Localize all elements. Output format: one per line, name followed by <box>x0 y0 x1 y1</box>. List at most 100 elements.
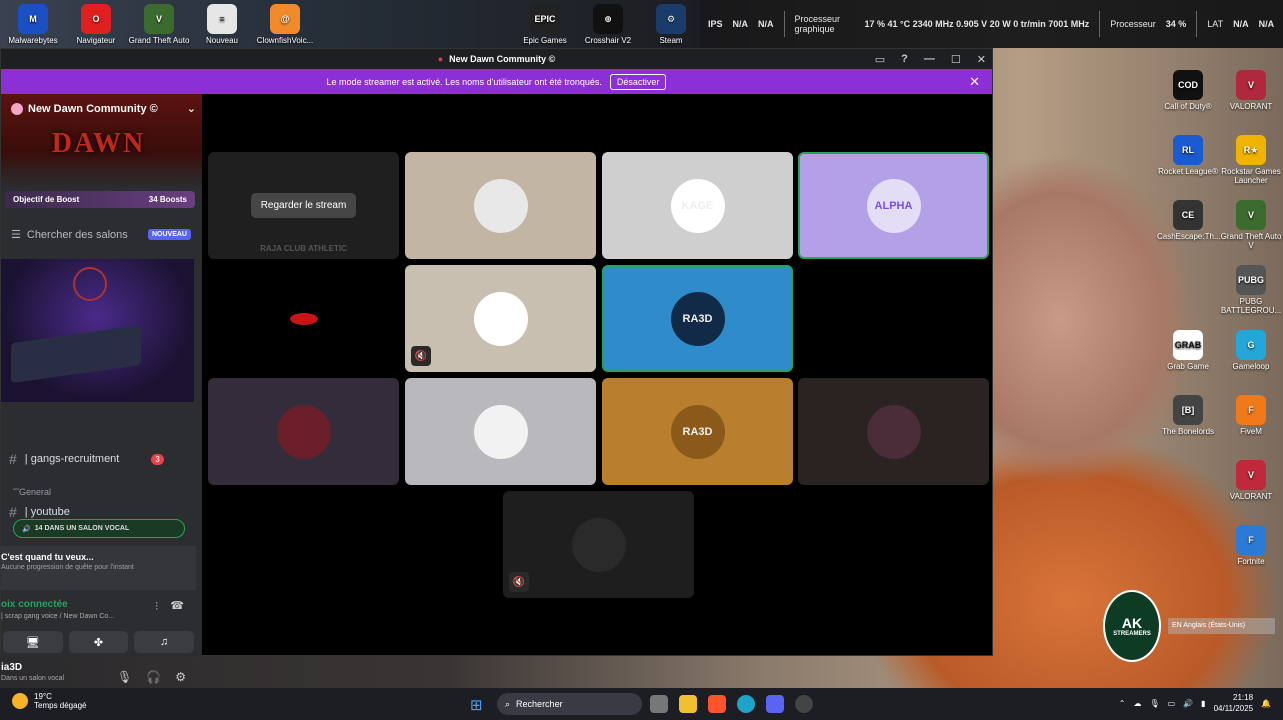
desktop-shortcut-label: Navigateur <box>76 36 116 45</box>
quest-status-box[interactable]: C'est quand tu veux... Aucune progressio… <box>1 546 196 590</box>
participant-tile[interactable] <box>798 265 989 372</box>
desktop-shortcut[interactable]: O Navigateur <box>65 4 127 45</box>
taskbar-search[interactable]: ⌕ Rechercher <box>497 693 642 715</box>
participant-tile[interactable] <box>405 378 596 485</box>
desktop-shortcut[interactable]: ⚙ Steam <box>640 4 702 45</box>
desktop-shortcut-label: Grand Theft Auto V <box>1220 232 1282 250</box>
app-icon: R★ <box>1236 135 1266 165</box>
desktop-shortcut[interactable]: @ ClownfishVoic... <box>254 4 316 45</box>
channel-label: | youtube <box>24 506 70 518</box>
hud-gpu-stats: 17 % 41 °C 2340 MHz 0.905 V 20 W 0 tr/mi… <box>864 19 1090 29</box>
battery-icon[interactable]: ▮ <box>1201 699 1205 708</box>
participant-tile[interactable] <box>798 378 989 485</box>
voice-channel-path[interactable]: | scrap gang voice / New Dawn Co... <box>1 613 196 620</box>
brave-icon[interactable] <box>708 695 726 713</box>
file-explorer-icon[interactable] <box>679 695 697 713</box>
stream-preview-thumbnail[interactable] <box>1 259 194 402</box>
participant-tile[interactable] <box>208 265 399 372</box>
desktop-shortcut[interactable]: COD Call of Duty® <box>1157 70 1219 111</box>
disconnect-icon[interactable]: ☎ <box>170 599 184 612</box>
desktop-shortcut[interactable]: CE CashEscape:Th... <box>1157 200 1221 241</box>
share-screen-button[interactable]: 🖥 <box>3 631 63 653</box>
participant-tile[interactable]: RA3D <box>602 378 793 485</box>
desktop-shortcut[interactable]: RL Rocket League® <box>1157 135 1219 176</box>
server-name[interactable]: New Dawn Community © ⌄ <box>11 102 196 115</box>
participant-tile[interactable] <box>208 378 399 485</box>
participant-tile[interactable]: 🔇 <box>405 265 596 372</box>
cloud-icon[interactable]: ☁ <box>1133 699 1141 708</box>
chevron-down-icon[interactable]: ⌄ <box>187 102 196 115</box>
speaker-icon: 🔊 <box>22 525 31 533</box>
channel-youtube[interactable]: # | youtube <box>9 504 70 520</box>
participant-avatar: KAGE <box>670 178 725 233</box>
hud-ips-label: IPS <box>708 19 723 29</box>
close-icon[interactable]: ✕ <box>977 53 986 66</box>
server-header[interactable]: New Dawn Community © ⌄ DAWN <box>1 94 202 189</box>
clock[interactable]: 21:18 04/11/2025 <box>1214 692 1253 714</box>
windows-start-icon[interactable]: ⊞ <box>470 696 483 714</box>
participant-tile[interactable]: ALPHA <box>798 152 989 259</box>
desktop-shortcut[interactable]: V VALORANT <box>1220 460 1282 501</box>
desktop-shortcut[interactable]: [B] The Bonelords <box>1157 395 1219 436</box>
inbox-icon[interactable]: ▭ <box>875 53 885 66</box>
weather-sun-icon <box>12 693 28 709</box>
minimize-icon[interactable]: — <box>924 53 935 65</box>
volume-icon[interactable]: 🔊 <box>1183 699 1193 708</box>
desktop-shortcut[interactable]: V Grand Theft Auto V <box>1220 200 1282 250</box>
quest-subtitle: Aucune progression de quête pour l'insta… <box>1 564 134 571</box>
weather-widget[interactable]: 19°C Temps dégagé <box>12 692 86 710</box>
desktop-shortcut[interactable]: V VALORANT <box>1220 70 1282 111</box>
voice-members-pill[interactable]: 🔊 14 DANS UN SALON VOCAL <box>13 519 185 538</box>
participant-avatar: ALPHA <box>866 178 921 233</box>
signal-icon[interactable]: ⫶ <box>155 601 158 614</box>
performance-overlay: IPS N/A N/A Processeur graphique 17 % 41… <box>700 0 1283 48</box>
activities-button[interactable]: ✤ <box>68 631 129 653</box>
participant-tile[interactable] <box>405 152 596 259</box>
notification-icon[interactable]: 🔔 <box>1261 699 1271 708</box>
hud-ips-2: N/A <box>758 19 774 29</box>
desktop-shortcut[interactable]: ≡ Nouveau <box>191 4 253 45</box>
mic-tray-icon[interactable]: 🎙 <box>1149 699 1159 708</box>
desktop-shortcut[interactable]: GRAB Grab Game <box>1157 330 1219 371</box>
desktop-shortcut[interactable]: V Grand Theft Auto <box>128 4 190 45</box>
task-view-icon[interactable] <box>650 695 668 713</box>
channel-gangs-recruitment[interactable]: # | gangs-recruitment 3 <box>9 451 164 467</box>
participant-tile[interactable]: KAGE <box>602 152 793 259</box>
banner-close-icon[interactable]: ✕ <box>969 74 980 90</box>
soundboard-button[interactable]: ♫ <box>134 631 195 653</box>
desktop-shortcut[interactable]: G Gameloop <box>1220 330 1282 371</box>
desktop-shortcut-label: Grand Theft Auto <box>128 36 190 45</box>
headset-icon[interactable]: 🎧 <box>146 670 161 684</box>
desktop-shortcut-label: FiveM <box>1240 427 1262 436</box>
search-channels[interactable]: ☰ Chercher des salons NOUVEAU <box>11 228 191 241</box>
participant-avatar <box>473 404 528 459</box>
voice-connection-panel: oix connectée | scrap gang voice / New D… <box>1 599 196 620</box>
help-icon[interactable]: ? <box>901 53 908 65</box>
edge-icon[interactable] <box>737 695 755 713</box>
maximize-icon[interactable]: ☐ <box>951 53 961 66</box>
desktop-shortcut[interactable]: EPIC Epic Games <box>514 4 576 45</box>
desktop-shortcut[interactable]: ⊕ Crosshair V2 <box>577 4 639 45</box>
discord-taskbar-icon[interactable] <box>766 695 784 713</box>
participant-tile[interactable]: 🔇 <box>503 491 694 598</box>
chevron-up-icon[interactable]: ⌃ <box>1119 699 1126 708</box>
category-general[interactable]: ˜˜General <box>13 487 51 497</box>
participant-tile[interactable]: RA3D <box>602 265 793 372</box>
app-taskbar-icon[interactable] <box>795 695 813 713</box>
desktop-shortcut[interactable]: F Fortnite <box>1220 525 1282 566</box>
desktop-shortcut[interactable]: R★ Rockstar Games Launcher <box>1220 135 1282 185</box>
desktop-shortcut[interactable]: F FiveM <box>1220 395 1282 436</box>
network-icon[interactable]: ▭ <box>1168 699 1176 708</box>
boost-goal-bar[interactable]: Objectif de Boost 34 Boosts <box>5 191 195 208</box>
desktop-shortcut[interactable]: PUBG PUBG BATTLEGROU... <box>1220 265 1282 315</box>
app-icon: ≡ <box>207 4 237 34</box>
watch-stream-button[interactable]: Regarder le stream <box>250 193 357 218</box>
desktop-shortcut-label: The Bonelords <box>1161 427 1215 436</box>
settings-gear-icon[interactable]: ⚙ <box>175 670 186 684</box>
channel-label: | gangs-recruitment <box>24 453 120 465</box>
microphone-icon[interactable]: 🎙 <box>117 670 132 684</box>
stream-tile[interactable]: Regarder le stream RAJA CLUB ATHLETIC <box>208 152 399 259</box>
hud-separator <box>1099 11 1101 37</box>
desktop-shortcut[interactable]: M Malwarebytes <box>2 4 64 45</box>
disable-streamer-button[interactable]: Désactiver <box>609 73 667 90</box>
